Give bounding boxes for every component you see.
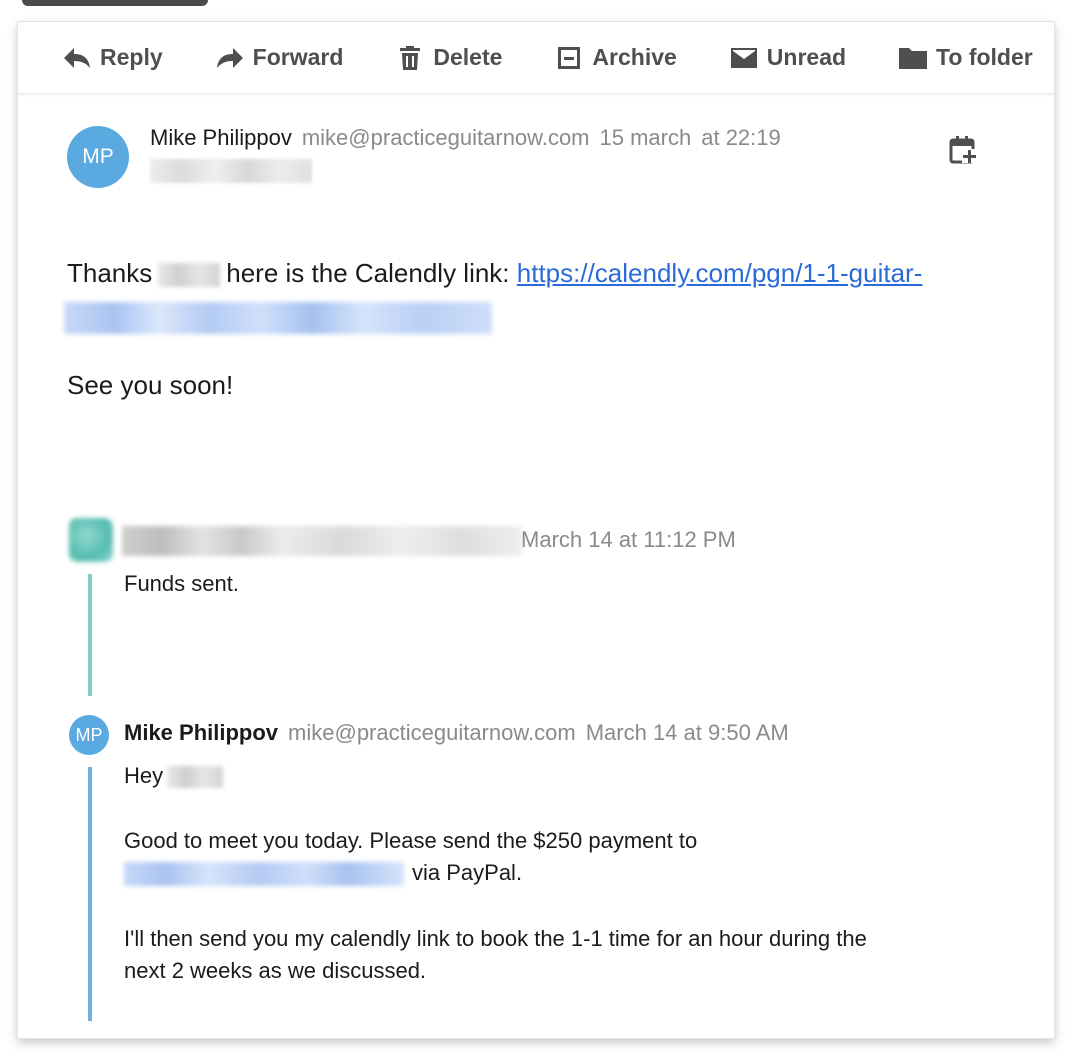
name-redacted — [167, 766, 224, 789]
quoted-paragraph-line: Good to meet you today. Please send the … — [124, 828, 698, 853]
quote-bar — [88, 767, 92, 1021]
quoted-sender-email[interactable]: mike@practiceguitarnow.com — [288, 720, 576, 745]
avatar-initials: MP — [75, 724, 103, 745]
message-time: at 22:19 — [701, 125, 781, 150]
delete-button[interactable]: Delete — [395, 38, 502, 78]
envelope-icon — [729, 43, 759, 73]
reply-icon — [62, 43, 92, 73]
archive-button[interactable]: Archive — [554, 38, 677, 78]
calendly-link[interactable]: https://calendly.com/pgn/1-1-guitar- — [517, 258, 923, 288]
email-redacted[interactable] — [124, 862, 404, 887]
forward-button[interactable]: Forward — [215, 38, 344, 78]
quoted-paragraph-line: I'll then send you my calendly link to b… — [124, 926, 867, 951]
unread-button[interactable]: Unread — [729, 38, 846, 78]
calendar-add-icon — [949, 136, 978, 164]
delete-label: Delete — [433, 44, 503, 70]
forward-label: Forward — [252, 44, 344, 70]
name-redacted — [158, 263, 221, 288]
sender-avatar[interactable]: MP — [67, 126, 129, 188]
recipient-redacted — [150, 159, 312, 183]
message-toolbar: Reply Forward Delete Archive Unread To f… — [18, 22, 1054, 94]
quoted-date: March 14 at 11:12 PM — [521, 527, 736, 552]
message-header: Mike Philippov mike@practiceguitarnow.com… — [150, 125, 781, 151]
avatar-initials: MP — [82, 145, 114, 168]
trash-icon — [395, 43, 425, 73]
quoted-greeting: Hey — [124, 763, 224, 789]
quoted-avatar-redacted — [69, 518, 113, 562]
message-date: 15 march — [599, 125, 692, 150]
greeting-word: Hey — [124, 763, 164, 788]
quoted-sender-avatar[interactable]: MP — [69, 715, 109, 755]
add-to-calendar-button[interactable] — [948, 134, 978, 166]
quoted-date: March 14 at 9:50 AM — [585, 720, 789, 745]
quoted-sender-name[interactable]: Mike Philippov — [124, 720, 278, 745]
quoted-header: Mike Philippov mike@practiceguitarnow.com… — [124, 720, 789, 746]
archive-icon — [554, 43, 584, 73]
via-paypal: via PayPal. — [412, 860, 523, 885]
quoted-paragraph-line: next 2 weeks as we discussed. — [124, 958, 427, 983]
reply-label: Reply — [100, 44, 163, 70]
quoted-sender-redacted — [122, 526, 522, 556]
body-line-thanks: Thanks here is the Calendly link: https:/… — [67, 258, 922, 289]
unread-label: Unread — [766, 44, 847, 70]
forward-icon — [215, 43, 245, 73]
link-redacted[interactable] — [64, 302, 492, 334]
reply-button[interactable]: Reply — [62, 38, 163, 78]
body-here: here is the Calendly link: — [226, 258, 510, 288]
email-view: Reply Forward Delete Archive Unread To f… — [18, 22, 1054, 1038]
folder-label: To folder — [936, 44, 1033, 70]
sender-email[interactable]: mike@practiceguitarnow.com — [302, 125, 590, 150]
quoted-paragraph-line: via PayPal. — [124, 860, 523, 887]
quote-bar — [88, 574, 92, 696]
archive-label: Archive — [592, 44, 677, 70]
quoted-text: Funds sent. — [124, 571, 239, 596]
sender-name[interactable]: Mike Philippov — [150, 125, 292, 150]
body-thanks: Thanks — [67, 258, 153, 288]
window-top-edge — [22, 0, 208, 6]
folder-icon — [898, 43, 928, 73]
body-see-you-soon: See you soon! — [67, 370, 234, 400]
move-to-folder-button[interactable]: To folder — [898, 38, 1033, 78]
